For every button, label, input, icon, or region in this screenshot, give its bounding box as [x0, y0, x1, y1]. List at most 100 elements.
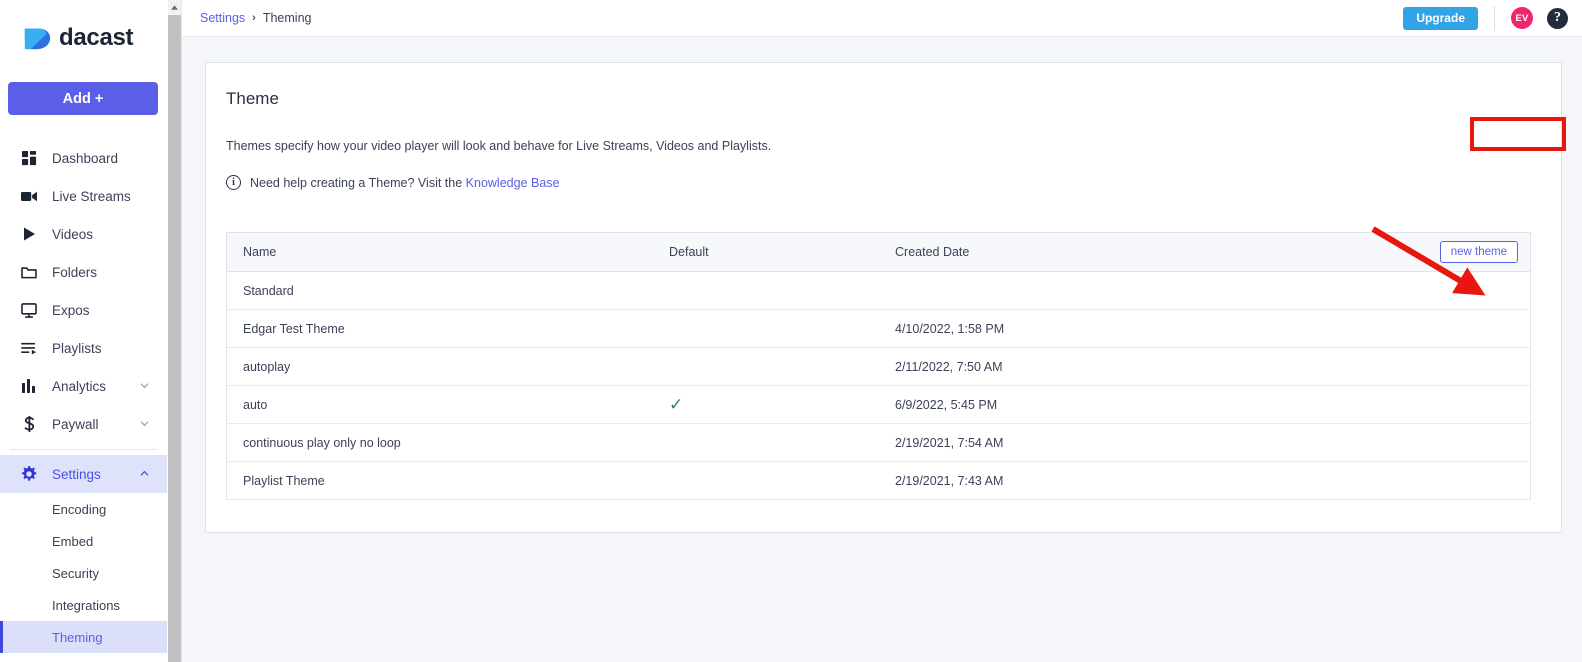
- app-root: dacast Add + Dashboard: [0, 0, 1582, 662]
- table-row[interactable]: Playlist Theme 2/19/2021, 7:43 AM: [227, 462, 1530, 500]
- chevron-right-icon: ›: [252, 12, 256, 24]
- page-description: Themes specify how your video player wil…: [226, 139, 1561, 153]
- avatar[interactable]: EV: [1511, 7, 1533, 29]
- cell-name: Edgar Test Theme: [227, 322, 669, 336]
- scroll-up-arrow-icon[interactable]: [168, 0, 181, 14]
- sidebar: dacast Add + Dashboard: [0, 0, 167, 662]
- main-content: Theme Themes specify how your video play…: [182, 37, 1582, 662]
- sidebar-item-paywall[interactable]: Paywall: [0, 405, 167, 443]
- sidebar-item-expos[interactable]: Expos: [0, 291, 167, 329]
- sidebar-subitem-encoding[interactable]: Encoding: [0, 493, 167, 525]
- sidebar-item-label: Paywall: [52, 417, 99, 432]
- folder-icon: [16, 266, 42, 279]
- cell-name: Playlist Theme: [227, 474, 669, 488]
- sidebar-item-label: Settings: [52, 467, 101, 482]
- breadcrumb-settings-link[interactable]: Settings: [200, 11, 245, 25]
- table-header-row: Name Default Created Date new theme: [227, 233, 1530, 272]
- sidebar-subitem-embed[interactable]: Embed: [0, 525, 167, 557]
- cell-name: continuous play only no loop: [227, 436, 669, 450]
- sidebar-item-playlists[interactable]: Playlists: [0, 329, 167, 367]
- table-row[interactable]: continuous play only no loop 2/19/2021, …: [227, 424, 1530, 462]
- topbar-divider: [1494, 6, 1495, 31]
- sidebar-nav: Dashboard Live Streams Videos: [0, 139, 167, 653]
- breadcrumb: Settings › Theming: [200, 11, 311, 25]
- new-theme-button[interactable]: new theme: [1440, 241, 1518, 263]
- sidebar-divider: [10, 449, 157, 450]
- sidebar-item-label: Videos: [52, 227, 93, 242]
- info-icon: i: [226, 175, 241, 190]
- dollar-icon: [16, 416, 42, 432]
- sidebar-subitem-integrations[interactable]: Integrations: [0, 589, 167, 621]
- sidebar-subitem-label: Theming: [52, 630, 103, 645]
- cell-actions: [1295, 386, 1530, 423]
- sidebar-subitem-security[interactable]: Security: [0, 557, 167, 589]
- table-row[interactable]: Edgar Test Theme 4/10/2022, 1:58 PM: [227, 310, 1530, 348]
- cell-created-date: 6/9/2022, 5:45 PM: [895, 398, 1295, 412]
- table-row[interactable]: auto ✓ 6/9/2022, 5:45 PM: [227, 386, 1530, 424]
- dacast-logo-icon: [22, 23, 52, 53]
- sidebar-item-dashboard[interactable]: Dashboard: [0, 139, 167, 177]
- breadcrumb-current: Theming: [263, 11, 312, 25]
- sidebar-item-label: Playlists: [52, 341, 102, 356]
- sidebar-item-analytics[interactable]: Analytics: [0, 367, 167, 405]
- cell-name: Standard: [227, 284, 669, 298]
- table-row[interactable]: Standard: [227, 272, 1530, 310]
- playlist-icon: [16, 342, 42, 355]
- column-header-default: Default: [669, 245, 895, 259]
- sidebar-item-label: Live Streams: [52, 189, 131, 204]
- cell-name: autoplay: [227, 360, 669, 374]
- sidebar-item-label: Dashboard: [52, 151, 118, 166]
- sidebar-item-settings[interactable]: Settings: [0, 455, 167, 493]
- topbar-actions: Upgrade EV ?: [1403, 6, 1582, 31]
- brand-name: dacast: [59, 24, 133, 52]
- chevron-down-icon: [140, 420, 149, 429]
- knowledge-base-link[interactable]: Knowledge Base: [466, 176, 560, 190]
- sidebar-item-label: Analytics: [52, 379, 106, 394]
- cell-created-date: 2/19/2021, 7:54 AM: [895, 436, 1295, 450]
- table-row[interactable]: autoplay 2/11/2022, 7:50 AM: [227, 348, 1530, 386]
- play-icon: [16, 227, 42, 241]
- page-title: Theme: [226, 89, 1561, 109]
- help-text: Need help creating a Theme? Visit the Kn…: [250, 176, 559, 190]
- sidebar-item-label: Folders: [52, 265, 97, 280]
- cell-created-date: 2/19/2021, 7:43 AM: [895, 474, 1295, 488]
- scrollbar-thumb[interactable]: [168, 15, 181, 662]
- sidebar-subitem-label: Integrations: [52, 598, 120, 613]
- cell-default-check-icon: ✓: [669, 396, 895, 413]
- monitor-icon: [16, 303, 42, 318]
- chevron-down-icon: [140, 382, 149, 391]
- cell-actions: [1295, 462, 1530, 499]
- column-header-created-date: Created Date: [895, 245, 1295, 259]
- themes-table: Name Default Created Date new theme Stan…: [226, 232, 1531, 500]
- video-camera-icon: [16, 190, 42, 203]
- topbar: Settings › Theming Upgrade EV ?: [182, 0, 1582, 37]
- sidebar-item-videos[interactable]: Videos: [0, 215, 167, 253]
- bar-chart-icon: [16, 379, 42, 393]
- dashboard-icon: [16, 151, 42, 166]
- help-icon[interactable]: ?: [1547, 8, 1568, 29]
- sidebar-item-folders[interactable]: Folders: [0, 253, 167, 291]
- sidebar-subitem-label: Encoding: [52, 502, 106, 517]
- cell-actions: [1295, 272, 1530, 309]
- cell-created-date: 2/11/2022, 7:50 AM: [895, 360, 1295, 374]
- chevron-up-icon: [140, 470, 149, 479]
- theme-card: Theme Themes specify how your video play…: [205, 62, 1562, 533]
- cell-actions: [1295, 310, 1530, 347]
- sidebar-item-label: Expos: [52, 303, 90, 318]
- upgrade-button[interactable]: Upgrade: [1403, 7, 1478, 30]
- help-prefix: Need help creating a Theme? Visit the: [250, 176, 466, 190]
- sidebar-subitem-theming[interactable]: Theming: [0, 621, 167, 653]
- column-header-name: Name: [227, 245, 669, 259]
- add-button[interactable]: Add +: [8, 82, 158, 115]
- gear-icon: [16, 466, 42, 482]
- sidebar-item-live-streams[interactable]: Live Streams: [0, 177, 167, 215]
- table-header-actions: new theme: [1295, 233, 1530, 271]
- brand-logo[interactable]: dacast: [0, 0, 167, 76]
- cell-name: auto: [227, 398, 669, 412]
- sidebar-subitem-label: Security: [52, 566, 99, 581]
- help-line: i Need help creating a Theme? Visit the …: [226, 175, 1561, 190]
- cell-actions: [1295, 424, 1530, 461]
- sidebar-scrollbar[interactable]: [168, 0, 181, 662]
- cell-created-date: 4/10/2022, 1:58 PM: [895, 322, 1295, 336]
- cell-actions: [1295, 348, 1530, 385]
